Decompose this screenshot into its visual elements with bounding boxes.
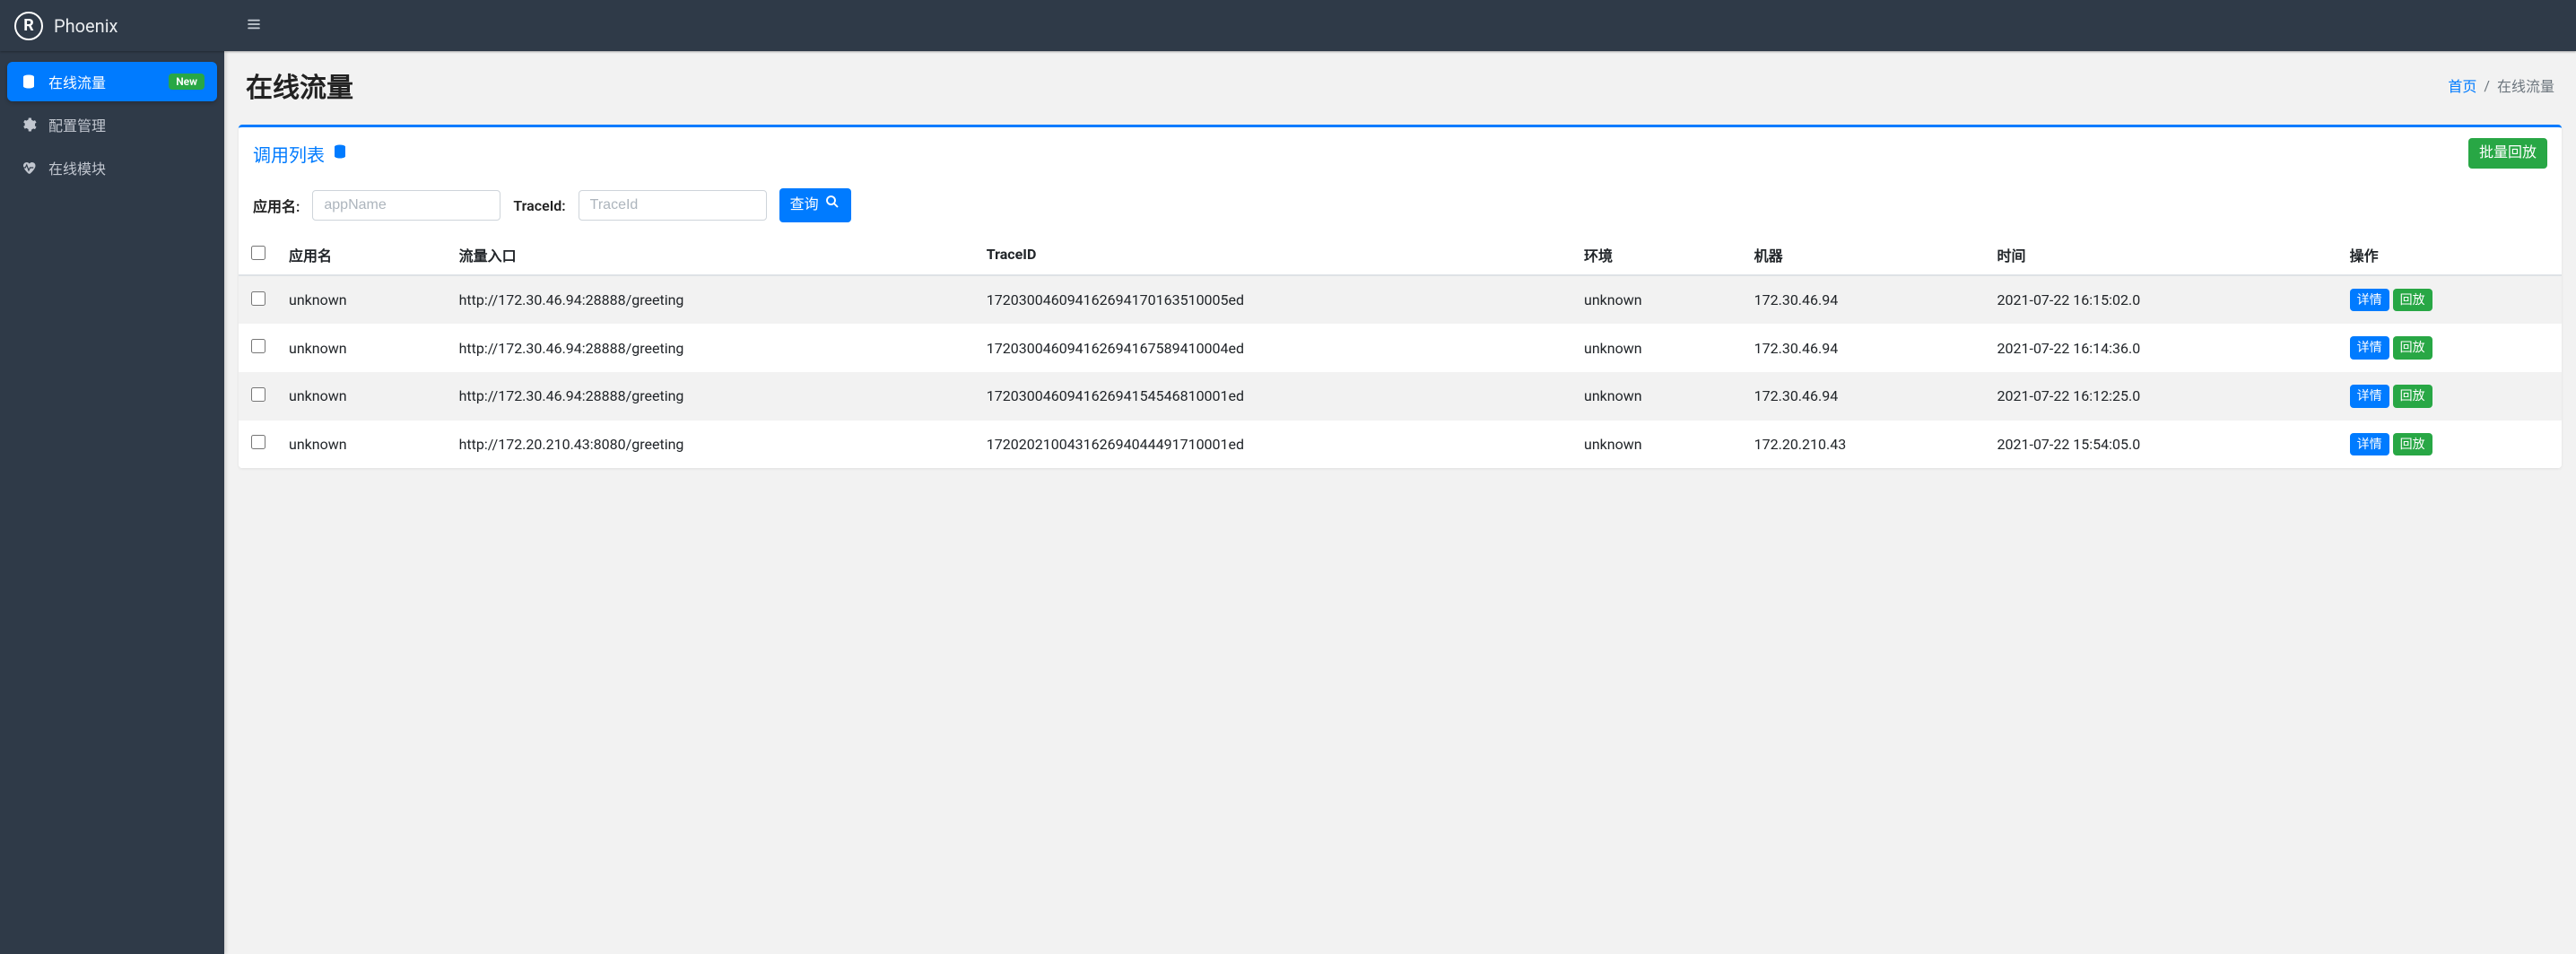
cell-time: 2021-07-22 15:54:05.0 bbox=[1987, 421, 2339, 469]
sidebar-item-label: 在线模块 bbox=[48, 157, 205, 178]
database-icon bbox=[332, 143, 348, 164]
row-checkbox[interactable] bbox=[251, 435, 265, 449]
hamburger-icon[interactable] bbox=[240, 10, 267, 42]
cell-env: unknown bbox=[1573, 372, 1744, 421]
filter-traceid-label: TraceId: bbox=[513, 197, 565, 214]
cogs-icon bbox=[20, 117, 38, 133]
sidebar-item-config[interactable]: 配置管理 bbox=[7, 105, 217, 144]
database-icon bbox=[20, 74, 38, 90]
invocation-table: 应用名 流量入口 TraceID 环境 机器 时间 操作 unknownhttp… bbox=[239, 235, 2562, 468]
brand[interactable]: R Phoenix bbox=[0, 0, 224, 51]
query-button-label: 查询 bbox=[790, 195, 819, 215]
traceid-input[interactable] bbox=[579, 190, 767, 221]
cell-env: unknown bbox=[1573, 421, 1744, 469]
filter-app-label: 应用名: bbox=[253, 195, 300, 216]
cell-action: 详情回放 bbox=[2339, 275, 2562, 325]
sidebar-item-label: 在线流量 bbox=[48, 71, 158, 92]
cell-app: unknown bbox=[278, 324, 448, 372]
sidebar-badge-new: New bbox=[169, 74, 205, 90]
card-header: 调用列表 批量回放 bbox=[239, 127, 2562, 179]
table-row: unknownhttp://172.30.46.94:28888/greetin… bbox=[239, 275, 2562, 325]
sidebar-item-label: 配置管理 bbox=[48, 114, 205, 135]
th-time: 时间 bbox=[1987, 235, 2339, 275]
app-name-input[interactable] bbox=[312, 190, 500, 221]
cell-time: 2021-07-22 16:12:25.0 bbox=[1987, 372, 2339, 421]
table-row: unknownhttp://172.30.46.94:28888/greetin… bbox=[239, 324, 2562, 372]
row-checkbox[interactable] bbox=[251, 291, 265, 306]
brand-title: Phoenix bbox=[54, 15, 117, 37]
cell-action: 详情回放 bbox=[2339, 324, 2562, 372]
main-content: 在线流量 首页 / 在线流量 调用列表 批量回放 应用名: TraceId: 查… bbox=[224, 0, 2576, 954]
cell-entry: http://172.30.46.94:28888/greeting bbox=[448, 324, 976, 372]
cell-env: unknown bbox=[1573, 275, 1744, 325]
cell-host: 172.30.46.94 bbox=[1744, 372, 1987, 421]
cell-traceid: 172030046094162694170163510005ed bbox=[976, 275, 1573, 325]
breadcrumb: 首页 / 在线流量 bbox=[2448, 74, 2554, 96]
detail-button[interactable]: 详情 bbox=[2350, 336, 2389, 360]
heartbeat-icon bbox=[20, 160, 38, 176]
th-app: 应用名 bbox=[278, 235, 448, 275]
th-action: 操作 bbox=[2339, 235, 2562, 275]
batch-replay-button[interactable]: 批量回放 bbox=[2468, 138, 2547, 169]
th-entry: 流量入口 bbox=[448, 235, 976, 275]
search-icon bbox=[824, 194, 840, 216]
cell-time: 2021-07-22 16:14:36.0 bbox=[1987, 324, 2339, 372]
card-invocation-list: 调用列表 批量回放 应用名: TraceId: 查询 bbox=[239, 125, 2562, 468]
th-host: 机器 bbox=[1744, 235, 1987, 275]
topbar-right bbox=[224, 0, 2576, 51]
breadcrumb-sep: / bbox=[2484, 77, 2490, 94]
page-title: 在线流量 bbox=[246, 65, 353, 105]
cell-host: 172.30.46.94 bbox=[1744, 324, 1987, 372]
replay-button[interactable]: 回放 bbox=[2393, 336, 2432, 360]
replay-button[interactable]: 回放 bbox=[2393, 433, 2432, 456]
replay-button[interactable]: 回放 bbox=[2393, 289, 2432, 312]
cell-action: 详情回放 bbox=[2339, 421, 2562, 469]
card-title: 调用列表 bbox=[253, 141, 348, 167]
cell-traceid: 172030046094162694154546810001ed bbox=[976, 372, 1573, 421]
detail-button[interactable]: 详情 bbox=[2350, 433, 2389, 456]
cell-host: 172.30.46.94 bbox=[1744, 275, 1987, 325]
replay-button[interactable]: 回放 bbox=[2393, 385, 2432, 408]
cell-app: unknown bbox=[278, 275, 448, 325]
select-all-checkbox[interactable] bbox=[251, 246, 265, 260]
sidebar: 在线流量 New 配置管理 在线模块 bbox=[0, 51, 224, 954]
card-title-text: 调用列表 bbox=[253, 141, 325, 167]
table-row: unknownhttp://172.30.46.94:28888/greetin… bbox=[239, 372, 2562, 421]
cell-app: unknown bbox=[278, 372, 448, 421]
cell-traceid: 172030046094162694167589410004ed bbox=[976, 324, 1573, 372]
breadcrumb-current: 在线流量 bbox=[2497, 74, 2554, 96]
cell-entry: http://172.30.46.94:28888/greeting bbox=[448, 372, 976, 421]
detail-button[interactable]: 详情 bbox=[2350, 289, 2389, 312]
cell-entry: http://172.30.46.94:28888/greeting bbox=[448, 275, 976, 325]
breadcrumb-home[interactable]: 首页 bbox=[2448, 74, 2476, 96]
cell-host: 172.20.210.43 bbox=[1744, 421, 1987, 469]
content-header: 在线流量 首页 / 在线流量 bbox=[224, 51, 2576, 117]
table-row: unknownhttp://172.20.210.43:8080/greetin… bbox=[239, 421, 2562, 469]
cell-action: 详情回放 bbox=[2339, 372, 2562, 421]
query-button[interactable]: 查询 bbox=[779, 188, 851, 221]
row-checkbox[interactable] bbox=[251, 339, 265, 353]
th-traceid: TraceID bbox=[976, 235, 1573, 275]
sidebar-item-online-traffic[interactable]: 在线流量 New bbox=[7, 62, 217, 101]
cell-entry: http://172.20.210.43:8080/greeting bbox=[448, 421, 976, 469]
th-env: 环境 bbox=[1573, 235, 1744, 275]
brand-logo: R bbox=[14, 12, 43, 40]
cell-env: unknown bbox=[1573, 324, 1744, 372]
cell-app: unknown bbox=[278, 421, 448, 469]
cell-traceid: 172020210043162694044491710001ed bbox=[976, 421, 1573, 469]
filter-row: 应用名: TraceId: 查询 bbox=[239, 179, 2562, 234]
detail-button[interactable]: 详情 bbox=[2350, 385, 2389, 408]
topbar: R Phoenix bbox=[0, 0, 2576, 51]
cell-time: 2021-07-22 16:15:02.0 bbox=[1987, 275, 2339, 325]
row-checkbox[interactable] bbox=[251, 387, 265, 402]
sidebar-item-online-module[interactable]: 在线模块 bbox=[7, 148, 217, 187]
